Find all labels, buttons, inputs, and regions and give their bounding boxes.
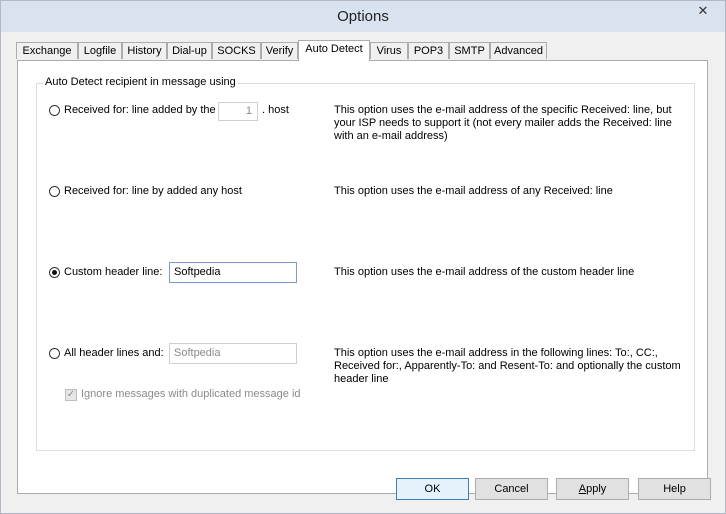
tab-pop3[interactable]: POP3	[408, 42, 449, 59]
received-any-description: This option uses the e-mail address of a…	[334, 185, 613, 197]
tab-smtp[interactable]: SMTP	[449, 42, 490, 59]
apply-mnemonic: A	[578, 483, 587, 495]
all-headers-description: This option uses the e-mail address in t…	[334, 347, 681, 385]
all-headers-radio[interactable]	[49, 348, 60, 359]
help-button[interactable]: Help	[638, 478, 711, 500]
received-for-line-label[interactable]: Received for: line added by the	[64, 104, 216, 116]
tab-dial-up[interactable]: Dial-up	[167, 42, 212, 59]
tab-socks[interactable]: SOCKS	[212, 42, 261, 59]
tab-virus[interactable]: Virus	[370, 42, 408, 59]
tab-advanced[interactable]: Advanced	[490, 42, 547, 59]
options-window: Options ✕ Exchange Logfile History Dial-…	[0, 0, 726, 514]
ignore-duplicates-label[interactable]: Ignore messages with duplicated message …	[81, 388, 301, 400]
close-icon[interactable]: ✕	[685, 1, 721, 21]
received-for-line-description: This option uses the e-mail address of t…	[334, 104, 672, 142]
tab-logfile[interactable]: Logfile	[78, 42, 122, 59]
window-title: Options	[337, 8, 389, 25]
tab-history[interactable]: History	[122, 42, 167, 59]
auto-detect-panel: Auto Detect recipient in message using R…	[17, 60, 708, 494]
custom-header-label[interactable]: Custom header line:	[64, 266, 162, 278]
received-for-line-radio[interactable]	[49, 105, 60, 116]
group-caption: Auto Detect recipient in message using	[43, 76, 238, 88]
cancel-button[interactable]: Cancel	[475, 478, 548, 500]
custom-header-radio[interactable]	[49, 267, 60, 278]
all-headers-input[interactable]: Softpedia	[169, 343, 297, 364]
tab-verify[interactable]: Verify	[261, 42, 298, 59]
title-bar[interactable]: Options ✕	[1, 1, 725, 32]
received-any-radio[interactable]	[49, 186, 60, 197]
apply-button[interactable]: Apply	[556, 478, 629, 500]
custom-header-description: This option uses the e-mail address of t…	[334, 266, 635, 278]
custom-header-input[interactable]: Softpedia	[169, 262, 297, 283]
apply-label-rest: pply	[586, 483, 607, 495]
tab-exchange[interactable]: Exchange	[16, 42, 78, 59]
all-headers-label[interactable]: All header lines and:	[64, 347, 164, 359]
ok-button[interactable]: OK	[396, 478, 469, 500]
tab-auto-detect[interactable]: Auto Detect	[298, 40, 370, 61]
host-suffix-label: . host	[262, 104, 289, 116]
received-any-label[interactable]: Received for: line by added any host	[64, 185, 242, 197]
ignore-duplicates-checkbox[interactable]: ✓	[65, 389, 77, 401]
host-number-spinner[interactable]: 1	[218, 102, 258, 121]
dialog-client: Exchange Logfile History Dial-up SOCKS V…	[8, 32, 718, 508]
